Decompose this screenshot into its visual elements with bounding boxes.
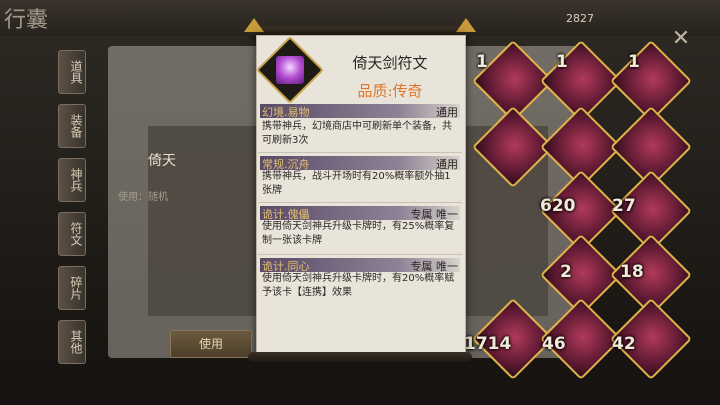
card-count: 27 bbox=[612, 196, 636, 216]
tab-fragments[interactable]: 碎片 bbox=[58, 266, 86, 310]
card-count: 18 bbox=[620, 262, 644, 282]
item-quality: 品质:传奇 bbox=[357, 82, 423, 100]
card-count: 1714 bbox=[464, 334, 512, 354]
card-count: 1 bbox=[556, 52, 568, 72]
scroll-bottom-ornament bbox=[248, 352, 472, 362]
tab-runes[interactable]: 符文 bbox=[58, 212, 86, 256]
section-tag: 通用 bbox=[436, 106, 458, 119]
tab-other[interactable]: 其他 bbox=[58, 320, 86, 364]
close-icon[interactable]: ✕ bbox=[668, 26, 694, 52]
rune-gem-icon bbox=[276, 56, 304, 84]
item-name: 倚天剑符文 bbox=[352, 54, 428, 72]
divider bbox=[258, 152, 462, 153]
currency-count: 2827 bbox=[566, 12, 594, 25]
section-description: 携带神兵，战斗开场时有20%概率额外抽1张牌 bbox=[262, 171, 451, 196]
divider bbox=[258, 202, 462, 203]
card-count: 2 bbox=[560, 262, 572, 282]
section-name: 幻境.易物 bbox=[262, 106, 310, 119]
card-count: 42 bbox=[612, 334, 636, 354]
background-dialog-text: 使用：随机 bbox=[118, 192, 168, 203]
background-dialog-title: 倚天 bbox=[148, 153, 176, 169]
section-description: 使用倚天剑神兵升级卡牌时，有20%概率赋予该卡【连携】效果 bbox=[262, 273, 455, 298]
tab-equipment[interactable]: 装备 bbox=[58, 104, 86, 148]
card-count: 46 bbox=[542, 334, 566, 354]
card-count: 1 bbox=[476, 52, 488, 72]
inventory-title: 行囊 bbox=[4, 8, 49, 33]
card-count: 1 bbox=[628, 52, 640, 72]
tab-items[interactable]: 道具 bbox=[58, 50, 86, 94]
section-description: 携带神兵，幻境商店中可刷新单个装备，共可刷新3次 bbox=[262, 121, 452, 146]
use-button[interactable]: 使用 bbox=[170, 330, 252, 358]
section-description: 使用倚天剑神兵升级卡牌时，有25%概率复制一张该卡牌 bbox=[262, 221, 455, 246]
tab-divine-weapon[interactable]: 神兵 bbox=[58, 158, 86, 202]
divider bbox=[258, 254, 462, 255]
card-count: 620 bbox=[540, 196, 576, 216]
